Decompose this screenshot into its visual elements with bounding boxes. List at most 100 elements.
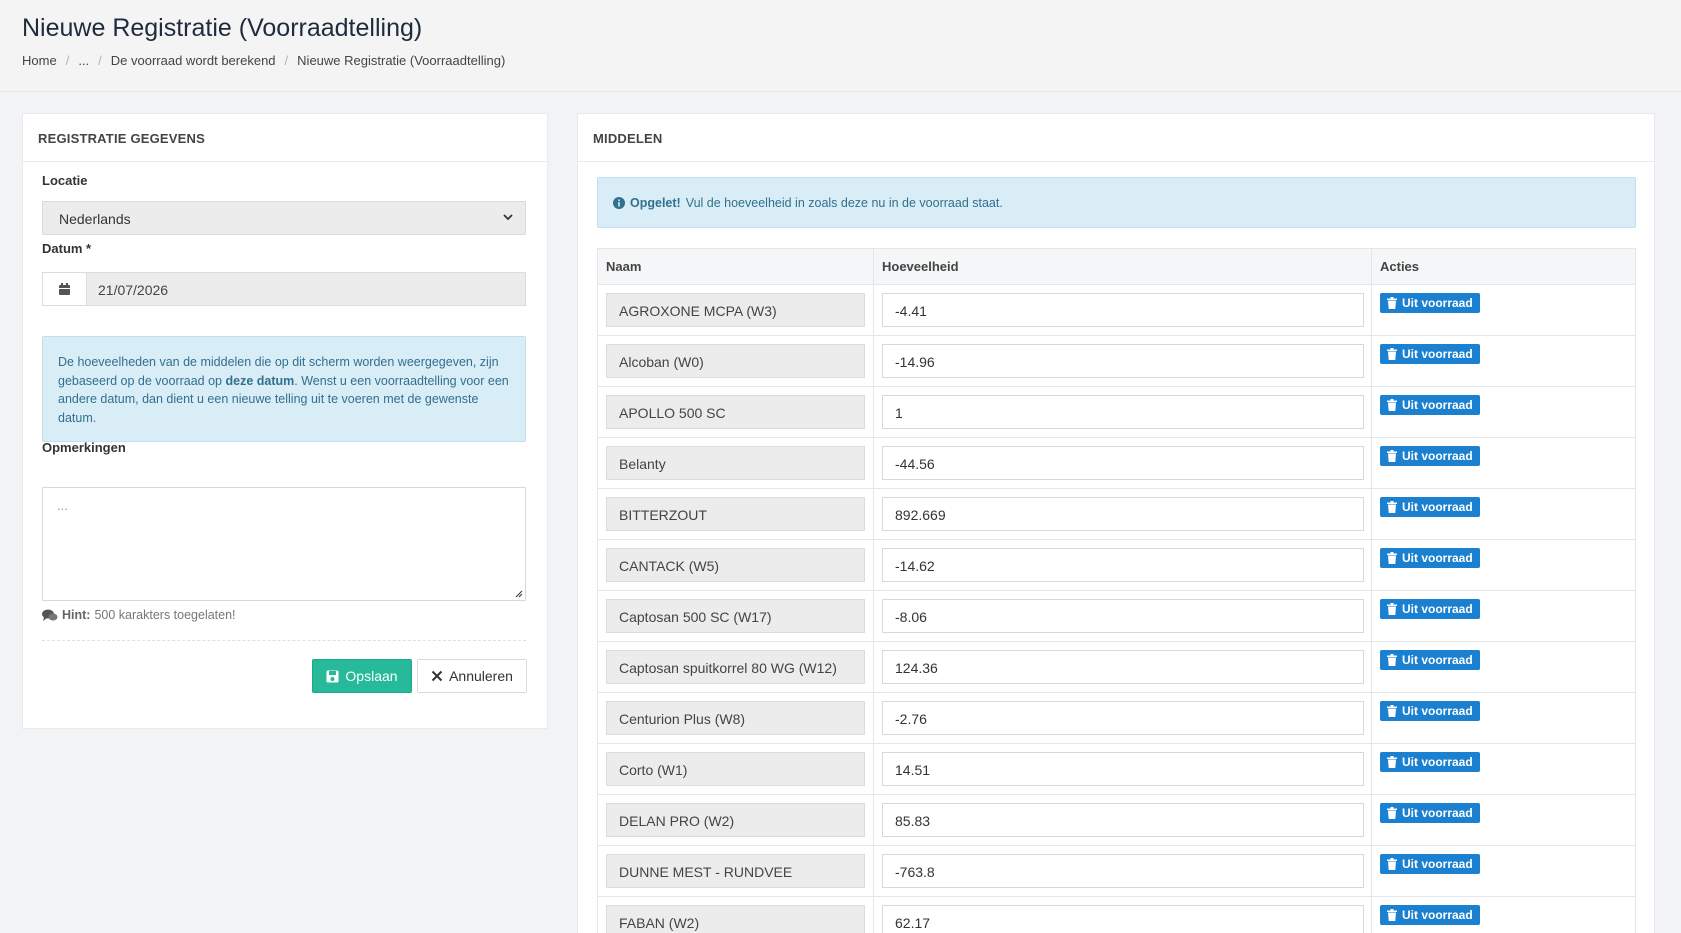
trash-icon [1387, 654, 1397, 666]
uit-voorraad-label: Uit voorraad [1402, 806, 1473, 820]
uit-voorraad-label: Uit voorraad [1402, 551, 1473, 565]
cancel-button[interactable]: Annuleren [417, 659, 527, 693]
uit-voorraad-button[interactable]: Uit voorraad [1380, 854, 1480, 874]
table-row: DELAN PRO (W2) 85.83 Uit voorraad [598, 795, 1635, 846]
breadcrumb-home[interactable]: Home [22, 53, 57, 68]
table-row: BITTERZOUT 892.669 Uit voorraad [598, 489, 1635, 540]
floppy-icon [326, 670, 339, 682]
uit-voorraad-label: Uit voorraad [1402, 857, 1473, 871]
breadcrumb-separator: / [284, 53, 289, 68]
quantity-input[interactable]: 1 [882, 395, 1364, 429]
quantity-input[interactable]: -763.8 [882, 854, 1364, 888]
opgelet-alert: Opgelet! Vul de hoeveelheid in zoals dez… [597, 177, 1636, 228]
uit-voorraad-button[interactable]: Uit voorraad [1380, 803, 1480, 823]
quantity-input[interactable]: -14.62 [882, 548, 1364, 582]
uit-voorraad-button[interactable]: Uit voorraad [1380, 650, 1480, 670]
trash-icon [1387, 501, 1397, 513]
locatie-select[interactable]: Nederlands [42, 201, 526, 235]
quantity-input[interactable]: -14.96 [882, 344, 1364, 378]
datum-label: Datum * [42, 241, 92, 256]
product-name: Corto (W1) [606, 752, 865, 786]
uit-voorraad-label: Uit voorraad [1402, 755, 1473, 769]
locatie-selected-value: Nederlands [59, 211, 131, 227]
uit-voorraad-label: Uit voorraad [1402, 602, 1473, 616]
resize-grip-icon[interactable] [513, 588, 523, 598]
table-row: Captosan spuitkorrel 80 WG (W12) 124.36 … [598, 642, 1635, 693]
column-header-acties: Acties [1380, 259, 1420, 274]
quantity-input[interactable]: -8.06 [882, 599, 1364, 633]
opmerkingen-textarea[interactable]: ... [42, 487, 526, 601]
quantity-input[interactable]: -2.76 [882, 701, 1364, 735]
hint-label: Hint: [62, 608, 91, 622]
table-body: AGROXONE MCPA (W3) -4.41 Uit voorraad Al… [598, 285, 1635, 933]
hint: Hint: 500 karakters toegelaten! [42, 608, 236, 622]
datum-input[interactable]: 21/07/2026 [87, 273, 525, 305]
product-name: Captosan 500 SC (W17) [606, 599, 865, 633]
uit-voorraad-button[interactable]: Uit voorraad [1380, 446, 1480, 466]
quantity-input[interactable]: 14.51 [882, 752, 1364, 786]
uit-voorraad-label: Uit voorraad [1402, 347, 1473, 361]
quantity-input[interactable]: 124.36 [882, 650, 1364, 684]
trash-icon [1387, 297, 1397, 309]
info-text-bold: deze datum [225, 373, 295, 388]
breadcrumb-separator: / [65, 53, 70, 68]
uit-voorraad-button[interactable]: Uit voorraad [1380, 599, 1480, 619]
column-header-naam: Naam [598, 249, 874, 284]
product-name: Centurion Plus (W8) [606, 701, 865, 735]
table-row: Corto (W1) 14.51 Uit voorraad [598, 744, 1635, 795]
trash-icon [1387, 552, 1397, 564]
table-row: Captosan 500 SC (W17) -8.06 Uit voorraad [598, 591, 1635, 642]
quantity-input[interactable]: 62.17 [882, 905, 1364, 933]
uit-voorraad-label: Uit voorraad [1402, 449, 1473, 463]
save-button[interactable]: Opslaan [312, 659, 412, 693]
uit-voorraad-button[interactable]: Uit voorraad [1380, 905, 1480, 925]
uit-voorraad-button[interactable]: Uit voorraad [1380, 701, 1480, 721]
product-name: Alcoban (W0) [606, 344, 865, 378]
uit-voorraad-button[interactable]: Uit voorraad [1380, 344, 1480, 364]
uit-voorraad-button[interactable]: Uit voorraad [1380, 752, 1480, 772]
close-icon [431, 670, 443, 682]
trash-icon [1387, 858, 1397, 870]
quantity-input[interactable]: 892.669 [882, 497, 1364, 531]
quantity-input[interactable]: 85.83 [882, 803, 1364, 837]
trash-icon [1387, 348, 1397, 360]
calendar-icon[interactable] [43, 273, 87, 305]
registratie-panel-title: REGISTRATIE GEGEVENS [23, 114, 547, 162]
uit-voorraad-button[interactable]: Uit voorraad [1380, 548, 1480, 568]
uit-voorraad-label: Uit voorraad [1402, 500, 1473, 514]
quantity-input[interactable]: -44.56 [882, 446, 1364, 480]
breadcrumb-voorraad[interactable]: De voorraad wordt berekend [111, 53, 276, 68]
table-row: CANTACK (W5) -14.62 Uit voorraad [598, 540, 1635, 591]
uit-voorraad-label: Uit voorraad [1402, 398, 1473, 412]
page-header: Nieuwe Registratie (Voorraadtelling) Hom… [0, 0, 1681, 92]
alert-text: Vul de hoeveelheid in zoals deze nu in d… [685, 195, 1003, 210]
uit-voorraad-button[interactable]: Uit voorraad [1380, 395, 1480, 415]
uit-voorraad-label: Uit voorraad [1402, 653, 1473, 667]
quantity-input[interactable]: -4.41 [882, 293, 1364, 327]
product-name: FABAN (W2) [606, 905, 865, 933]
trash-icon [1387, 807, 1397, 819]
column-header-hoeveelheid: Hoeveelheid [874, 249, 1372, 284]
middelen-panel: MIDDELEN Opgelet! Vul de hoeveelheid in … [577, 113, 1655, 933]
breadcrumb: Home / ... / De voorraad wordt berekend … [22, 53, 505, 68]
uit-voorraad-label: Uit voorraad [1402, 908, 1473, 922]
datum-field[interactable]: 21/07/2026 [42, 272, 526, 306]
datum-info-box: De hoeveelheden van de middelen die op d… [42, 336, 526, 442]
opmerkingen-label: Opmerkingen [42, 440, 126, 455]
alert-bold: Opgelet! [630, 195, 681, 210]
uit-voorraad-button[interactable]: Uit voorraad [1380, 293, 1480, 313]
cancel-button-label: Annuleren [449, 668, 513, 684]
save-button-label: Opslaan [345, 668, 398, 684]
comments-icon [42, 609, 58, 621]
product-name: AGROXONE MCPA (W3) [606, 293, 865, 327]
uit-voorraad-button[interactable]: Uit voorraad [1380, 497, 1480, 517]
breadcrumb-current: Nieuwe Registratie (Voorraadtelling) [297, 53, 506, 68]
table-row: Alcoban (W0) -14.96 Uit voorraad [598, 336, 1635, 387]
table-row: DUNNE MEST - RUNDVEE -763.8 Uit voorraad [598, 846, 1635, 897]
breadcrumb-separator: / [98, 53, 102, 68]
trash-icon [1387, 909, 1397, 921]
table-row: APOLLO 500 SC 1 Uit voorraad [598, 387, 1635, 438]
chevron-down-icon [503, 214, 513, 221]
breadcrumb-ellipsis[interactable]: ... [78, 53, 89, 68]
hint-text: 500 karakters toegelaten! [94, 608, 236, 622]
